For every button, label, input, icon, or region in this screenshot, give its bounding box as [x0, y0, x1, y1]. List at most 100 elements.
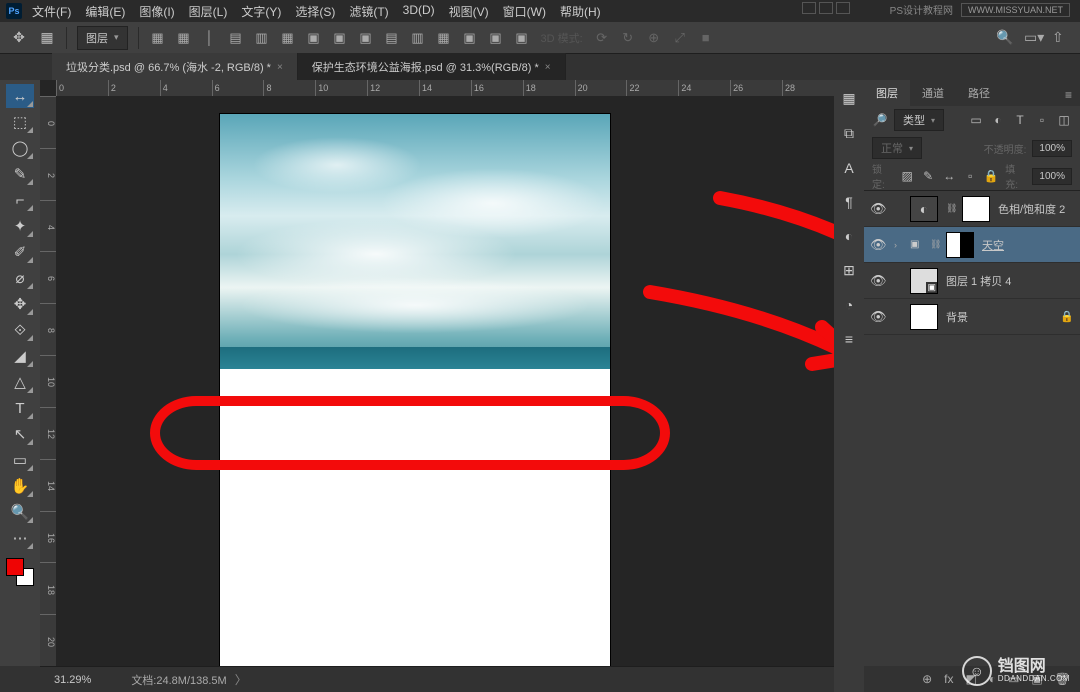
menu-item[interactable]: 编辑(E)	[79, 1, 131, 22]
tool-button[interactable]: ✐	[6, 240, 34, 264]
tool-button[interactable]: ▭	[6, 448, 34, 472]
align-icon[interactable]: ▣	[487, 29, 505, 47]
align-icon[interactable]: ▤	[383, 29, 401, 47]
filter-icon[interactable]: ▭	[968, 112, 984, 128]
tool-button[interactable]: ↔	[6, 84, 34, 108]
mask-thumb[interactable]	[962, 196, 990, 222]
tool-button[interactable]: ✎	[6, 162, 34, 186]
window-controls[interactable]	[802, 2, 850, 14]
menu-item[interactable]: 文件(F)	[26, 1, 77, 22]
lock-option-icon[interactable]: ✎	[920, 168, 936, 184]
panel-group-icon[interactable]: ≡	[845, 331, 853, 347]
layer-name[interactable]: 色相/饱和度 2	[998, 201, 1074, 217]
menu-item[interactable]: 窗口(W)	[497, 1, 552, 22]
align-icon[interactable]: ▣	[305, 29, 323, 47]
doc-size[interactable]: 文档:24.8M/138.5M〉	[131, 671, 246, 688]
filter-icon[interactable]: ◫	[1056, 112, 1072, 128]
align-icon[interactable]: ▣	[357, 29, 375, 47]
tab-channels[interactable]: 通道	[910, 80, 956, 106]
filter-search-icon[interactable]: 🔎	[872, 112, 888, 128]
panel-group-icon[interactable]: ⊞	[843, 262, 855, 279]
layer-row[interactable]: 👁▣图层 1 拷贝 4	[864, 263, 1080, 299]
menu-item[interactable]: 图像(I)	[133, 1, 180, 22]
document-tab[interactable]: 垃圾分类.psd @ 66.7% (海水 -2, RGB/8) *×	[52, 53, 298, 80]
filter-icon[interactable]: ▫	[1034, 112, 1050, 128]
visibility-icon[interactable]: 👁	[870, 309, 886, 325]
layer-target-dropdown[interactable]: 图层	[77, 26, 128, 50]
layer-row[interactable]: 👁背景🔒	[864, 299, 1080, 335]
close-icon[interactable]: ×	[277, 62, 283, 73]
zoom-value[interactable]: 31.29%	[54, 674, 91, 686]
menu-item[interactable]: 3D(D)	[397, 1, 441, 22]
tool-button[interactable]: ✥	[6, 292, 34, 316]
layer-row[interactable]: 👁◐⛓色相/饱和度 2	[864, 191, 1080, 227]
tool-button[interactable]: ⋯	[6, 526, 34, 550]
filter-icon[interactable]: T	[1012, 112, 1028, 128]
workspace-icon[interactable]: ▭▾	[1024, 29, 1042, 47]
lock-option-icon[interactable]: ↔	[941, 168, 957, 184]
align-icon[interactable]: ▥	[253, 29, 271, 47]
tool-button[interactable]: 🔍	[6, 500, 34, 524]
layer-name[interactable]: 背景	[946, 309, 1052, 325]
tool-button[interactable]: T	[6, 396, 34, 420]
filter-type-dropdown[interactable]: 类型	[894, 109, 944, 131]
search-icon[interactable]: 🔍	[996, 29, 1014, 47]
align-icon[interactable]: ▥	[409, 29, 427, 47]
align-icon[interactable]: ▣	[461, 29, 479, 47]
panel-menu-icon[interactable]: ≡	[1057, 84, 1080, 106]
panel-action-icon[interactable]: fx	[944, 672, 953, 686]
lock-option-icon[interactable]: ▫	[962, 168, 978, 184]
link-icon[interactable]: ⛓	[946, 203, 954, 215]
panel-group-icon[interactable]: ⧉	[844, 125, 854, 142]
tool-button[interactable]: ⌀	[6, 266, 34, 290]
fill-value[interactable]: 100%	[1032, 168, 1072, 185]
opacity-value[interactable]: 100%	[1032, 140, 1072, 157]
tool-button[interactable]: ⟐	[6, 318, 34, 342]
menu-item[interactable]: 视图(V)	[443, 1, 495, 22]
document-canvas[interactable]	[220, 114, 610, 666]
align-icon[interactable]: ▣	[331, 29, 349, 47]
expand-icon[interactable]: ›	[894, 240, 902, 250]
align-icon[interactable]: ▦	[175, 29, 193, 47]
lock-option-icon[interactable]: ▨	[899, 168, 915, 184]
close-icon[interactable]: ×	[545, 62, 551, 73]
visibility-icon[interactable]: 👁	[870, 201, 886, 217]
layer-name[interactable]: 天空	[982, 237, 1074, 253]
align-icon[interactable]: ▤	[227, 29, 245, 47]
tool-button[interactable]: △	[6, 370, 34, 394]
menu-item[interactable]: 文字(Y)	[235, 1, 287, 22]
menu-item[interactable]: 选择(S)	[289, 1, 341, 22]
visibility-icon[interactable]: 👁	[870, 237, 886, 253]
tab-layers[interactable]: 图层	[864, 80, 910, 106]
align-icon[interactable]: ▦	[38, 29, 56, 47]
menu-item[interactable]: 图层(L)	[183, 1, 234, 22]
layer-row[interactable]: 👁›▣⛓天空	[864, 227, 1080, 263]
layer-name[interactable]: 图层 1 拷贝 4	[946, 273, 1074, 289]
link-icon[interactable]: ⛓	[930, 239, 938, 251]
align-icon[interactable]: │	[201, 29, 219, 47]
menu-item[interactable]: 帮助(H)	[554, 1, 607, 22]
panel-action-icon[interactable]: ⊕	[922, 672, 932, 686]
tab-paths[interactable]: 路径	[956, 80, 1002, 106]
align-icon[interactable]: ▦	[435, 29, 453, 47]
menu-item[interactable]: 滤镜(T)	[343, 1, 394, 22]
panel-group-icon[interactable]: ¶	[845, 194, 853, 210]
mask-thumb[interactable]	[946, 232, 974, 258]
align-icon[interactable]: ▣	[513, 29, 531, 47]
collapsed-panels[interactable]: ▦⧉A¶◐⊞◔≡	[834, 80, 864, 692]
panel-group-icon[interactable]: ◔	[845, 297, 853, 313]
tool-button[interactable]: ↖	[6, 422, 34, 446]
tool-button[interactable]: ◯	[6, 136, 34, 160]
visibility-icon[interactable]: 👁	[870, 273, 886, 289]
panel-group-icon[interactable]: A	[844, 160, 853, 176]
tool-button[interactable]: ◢	[6, 344, 34, 368]
lock-option-icon[interactable]: 🔒	[983, 168, 999, 184]
align-icon[interactable]: ▦	[279, 29, 297, 47]
tool-button[interactable]: ✋	[6, 474, 34, 498]
color-swatches[interactable]	[6, 558, 34, 586]
tool-button[interactable]: ⬚	[6, 110, 34, 134]
panel-group-icon[interactable]: ◐	[845, 228, 853, 244]
document-tab[interactable]: 保护生态环境公益海报.psd @ 31.3%(RGB/8) *×	[298, 53, 566, 80]
filter-icon[interactable]: ◐	[990, 112, 1006, 128]
tool-button[interactable]: ✦	[6, 214, 34, 238]
